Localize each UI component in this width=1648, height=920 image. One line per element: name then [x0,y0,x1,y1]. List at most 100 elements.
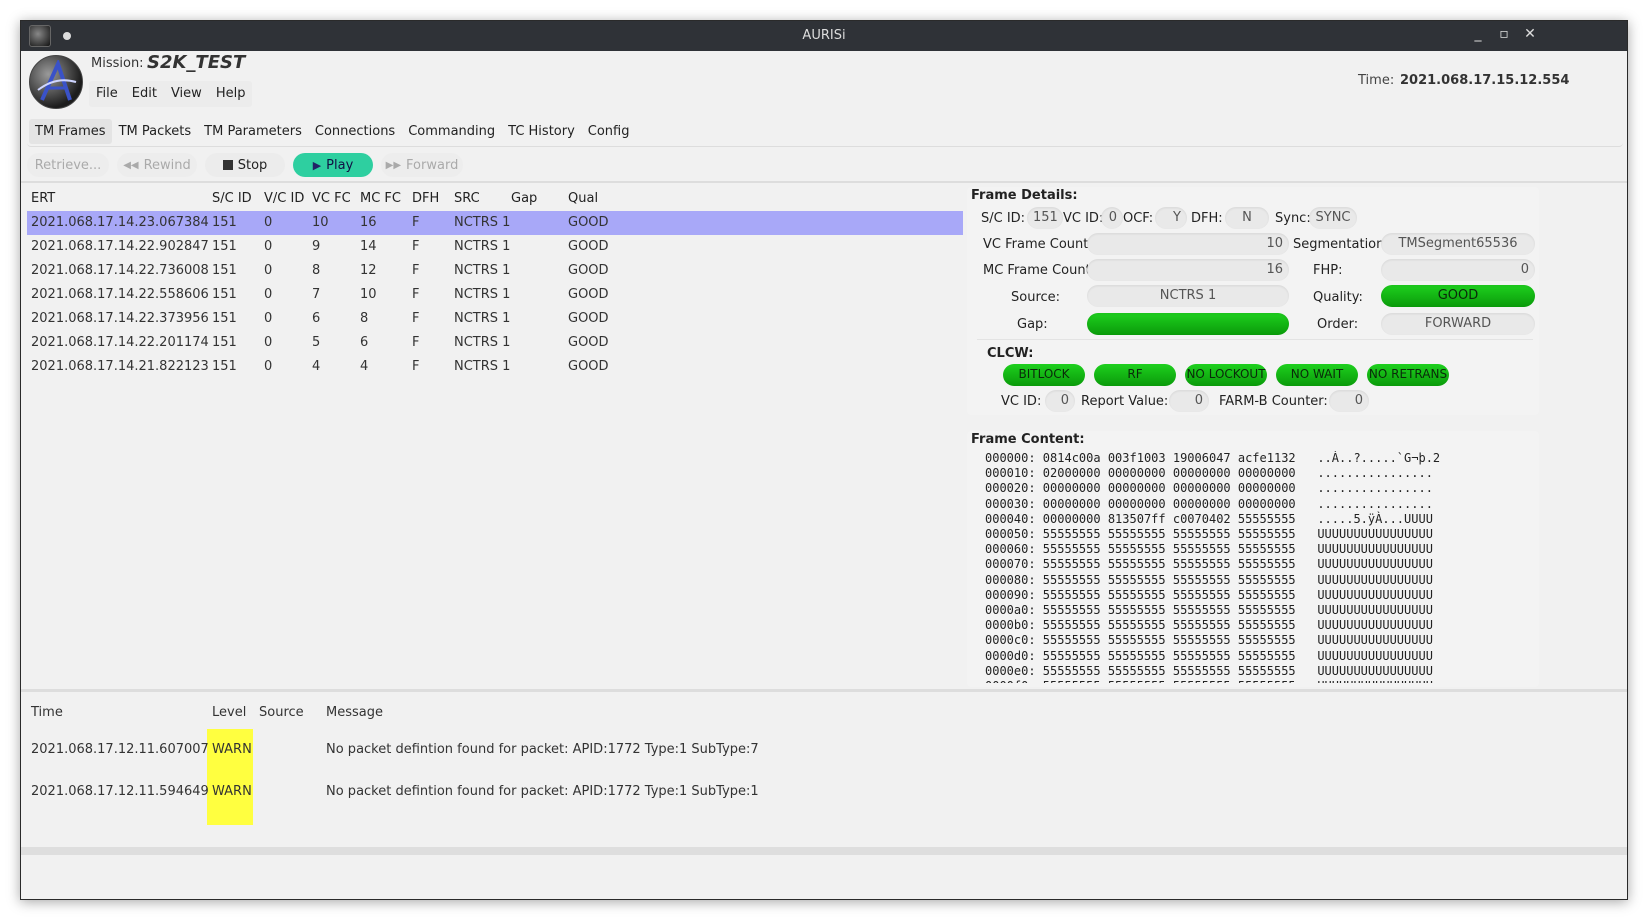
cell-vc-id: 0 [264,215,273,230]
mc-frame-count-label: MC Frame Count: [983,263,1096,278]
menu-help[interactable]: Help [209,81,253,107]
cell-vc-fc: 7 [312,287,321,302]
col-src[interactable]: SRC [454,191,480,206]
sync-field[interactable]: SYNC [1309,207,1357,229]
cell-vc-fc: 6 [312,311,321,326]
log-row[interactable]: 2021.068.17.12.11.594649 WARN No packet de… [27,771,1623,813]
col-gap[interactable]: Gap [511,191,537,206]
col-log-level[interactable]: Level [212,705,246,720]
title-bar[interactable]: AURISi _ ▫ ✕ [21,21,1627,51]
table-row[interactable]: 2021.068.17.14.22.736008 151 0 8 12 F NCTRS 1 G… [27,259,963,283]
cell-src: NCTRS 1 [454,239,511,254]
sc-id-field[interactable]: 151 [1027,207,1063,229]
col-mc-fc[interactable]: MC FC [360,191,401,206]
cell-vc-fc: 9 [312,239,321,254]
log-row[interactable]: 2021.068.17.12.11.607007 WARN No packet de… [27,729,1623,771]
order-label: Order: [1317,317,1359,332]
dfh-label: DFH: [1191,211,1223,226]
col-dfh[interactable]: DFH [412,191,439,206]
vc-frame-count-field[interactable]: 10 [1087,233,1289,255]
table-row[interactable]: 2021.068.17.14.22.558606 151 0 7 10 F NCTRS 1 G… [27,283,963,307]
table-row[interactable]: 2021.068.17.14.22.201174 151 0 5 6 F NCTRS 1 GO… [27,331,963,355]
splitter-handle[interactable] [21,689,1627,692]
col-log-time[interactable]: Time [31,705,63,720]
cell-dfh: F [412,311,420,326]
cell-qual: GOOD [568,215,609,230]
source-field[interactable]: NCTRS 1 [1087,285,1289,307]
clcw-no-lockout-indicator: NO LOCKOUT [1185,364,1267,386]
table-row[interactable]: 2021.068.17.14.23.067384 151 0 10 16 F NCTRS 1… [27,211,963,235]
menu-edit[interactable]: Edit [125,81,164,107]
col-sc-id[interactable]: S/C ID [212,191,252,206]
hex-dump-view[interactable]: 000000: 0814c00a 003f1003 19006047 acfe1… [985,451,1533,683]
play-button[interactable]: ▶ Play [293,153,373,177]
hex-line: 0000f0: 55555555 55555555 55555555 55555… [985,679,1533,683]
table-row[interactable]: 2021.068.17.14.22.373956 151 0 6 8 F NCTRS 1 GO… [27,307,963,331]
tm-frames-table[interactable]: ERT S/C ID V/C ID VC FC MC FC DFH SRC Ga… [27,187,963,687]
col-ert[interactable]: ERT [31,191,55,206]
table-row[interactable]: 2021.068.17.14.21.822123 151 0 4 4 F NCTRS 1 GO… [27,355,963,379]
tab-tm-frames[interactable]: TM Frames [29,119,112,144]
mc-frame-count-field[interactable]: 16 [1087,259,1289,281]
cell-src: NCTRS 1 [454,335,511,350]
maximize-icon[interactable]: ▫ [1495,26,1513,42]
menu-file[interactable]: File [89,81,125,107]
hex-line: 000030: 00000000 00000000 00000000 00000… [985,496,1433,511]
vc-id-field[interactable]: 0 [1101,207,1123,229]
dfh-field[interactable]: N [1225,207,1269,229]
tab-config[interactable]: Config [582,119,636,144]
tab-tm-parameters[interactable]: TM Parameters [198,119,308,144]
gap-label: Gap: [1017,317,1048,332]
retrieve-button[interactable]: Retrieve... [27,153,109,177]
segmentation-field[interactable]: TMSegment65536 [1381,233,1535,255]
forward-button[interactable]: ▶▶ Forward [381,153,463,177]
fhp-field[interactable]: 0 [1381,259,1535,281]
cell-src: NCTRS 1 [454,215,511,230]
col-vc-fc[interactable]: VC FC [312,191,351,206]
frame-content-title: Frame Content: [971,432,1085,447]
quality-indicator: GOOD [1381,285,1535,307]
cell-log-level: WARN [212,742,252,757]
stop-button[interactable]: Stop [205,153,285,177]
cell-vc-fc: 5 [312,335,321,350]
clcw-no-retrans-indicator: NO RETRANS [1367,364,1449,386]
minimize-icon[interactable]: _ [1469,26,1487,42]
col-log-message[interactable]: Message [326,705,383,720]
clcw-vc-id-field[interactable]: 0 [1045,390,1075,412]
tab-connections[interactable]: Connections [309,119,401,144]
time-label: Time: [1358,73,1395,88]
farm-b-counter-field[interactable]: 0 [1329,390,1369,412]
log-row[interactable]: 2021.068.17.10.01.935675WARNNo packet de… [27,813,1623,825]
col-log-source[interactable]: Source [259,705,304,720]
order-field[interactable]: FORWARD [1381,313,1535,335]
play-icon: ▶ [312,158,322,172]
clcw-bitlock-indicator: BITLOCK [1003,364,1085,386]
menu-view[interactable]: View [164,81,209,107]
tab-tm-packets[interactable]: TM Packets [113,119,198,144]
cell-sc-id: 151 [212,359,237,374]
ocf-label: OCF: [1123,211,1154,226]
play-label: Play [326,157,354,173]
application-window: AURISi _ ▫ ✕ Mission: S2K_TEST File Edit… [20,20,1628,900]
aurisi-logo [29,55,83,109]
rewind-label: Rewind [143,157,191,173]
retrieve-label: Retrieve... [34,157,102,173]
stop-label: Stop [237,157,268,173]
tab-tc-history[interactable]: TC History [502,119,581,144]
event-log-table[interactable]: Time Level Source Message 2021.068.17.12… [27,697,1623,825]
forward-icon: ▶▶ [385,159,402,171]
rewind-button[interactable]: ◀◀ Rewind [117,153,197,177]
cell-log-time: 2021.068.17.12.11.607007 [31,742,209,757]
tab-commanding[interactable]: Commanding [402,119,501,144]
close-icon[interactable]: ✕ [1521,26,1539,42]
hex-line: 0000e0: 55555555 55555555 55555555 55555… [985,663,1433,678]
col-qual[interactable]: Qual [568,191,598,206]
cell-vc-fc: 4 [312,359,321,374]
report-value-field[interactable]: 0 [1169,390,1209,412]
segmentation-label: Segmentation: [1293,237,1389,252]
source-label: Source: [1011,290,1061,305]
cell-sc-id: 151 [212,215,237,230]
table-row[interactable]: 2021.068.17.14.22.902847 151 0 9 14 F NCTRS 1 G… [27,235,963,259]
ocf-field[interactable]: Y [1155,207,1187,229]
col-vc-id[interactable]: V/C ID [264,191,304,206]
